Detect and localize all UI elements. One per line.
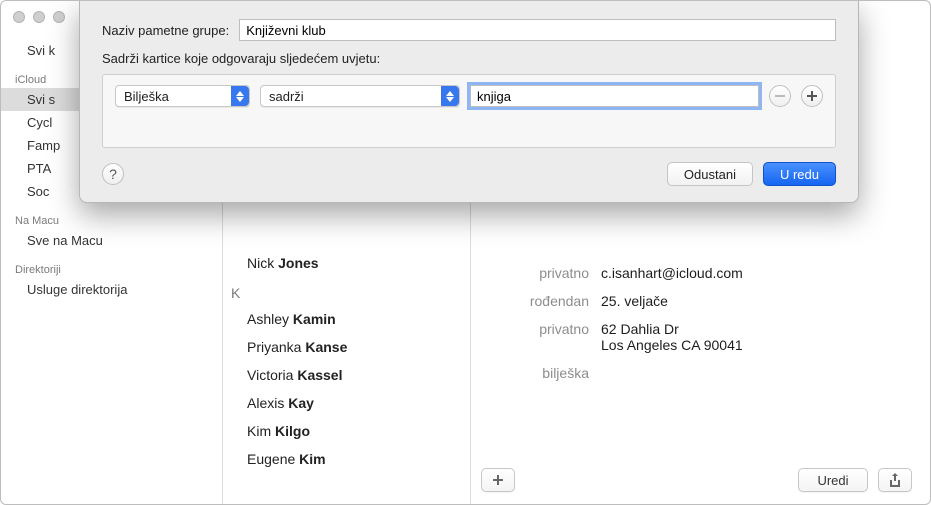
smart-group-sheet: Naziv pametne grupe: Sadrži kartice koje… — [79, 1, 859, 203]
detail-row: privatno c.isanhart@icloud.com — [471, 259, 930, 287]
detail-value: 25. veljače — [601, 293, 912, 309]
list-item[interactable]: Ashley Kamin — [223, 305, 470, 333]
edit-button[interactable]: Uredi — [798, 468, 868, 492]
plus-icon — [807, 91, 817, 101]
list-item[interactable]: Victoria Kassel — [223, 361, 470, 389]
cancel-button[interactable]: Odustani — [667, 162, 753, 186]
list-item[interactable]: Nick Jones — [223, 249, 470, 277]
detail-row: rođendan 25. veljače — [471, 287, 930, 315]
list-item[interactable]: Priyanka Kanse — [223, 333, 470, 361]
select-value: Bilješka — [124, 89, 169, 104]
updown-icon — [441, 86, 459, 106]
plus-icon — [492, 474, 504, 486]
detail-row: bilješka — [471, 359, 930, 387]
ok-button[interactable]: U redu — [763, 162, 836, 186]
detail-label: privatno — [489, 321, 589, 353]
condition-intro: Sadrži kartice koje odgovaraju sljedećem… — [102, 51, 836, 66]
updown-icon — [231, 86, 249, 106]
select-value: sadrži — [269, 89, 304, 104]
sidebar-heading-mac: Na Macu — [1, 211, 222, 229]
rule-row: Bilješka sadrži — [102, 74, 836, 148]
section-letter: K — [223, 277, 470, 305]
detail-row: privatno 62 Dahlia Dr Los Angeles CA 9004… — [471, 315, 930, 359]
list-item[interactable]: Alexis Kay — [223, 389, 470, 417]
add-rule-button[interactable] — [801, 85, 823, 107]
detail-value: 62 Dahlia Dr Los Angeles CA 90041 — [601, 321, 912, 353]
share-button[interactable] — [878, 468, 912, 492]
detail-label: rođendan — [489, 293, 589, 309]
share-icon — [889, 473, 901, 487]
help-button[interactable]: ? — [102, 163, 124, 185]
sidebar-item[interactable]: Usluge direktorija — [1, 278, 222, 301]
detail-label: bilješka — [489, 365, 589, 381]
minus-icon — [775, 95, 785, 97]
list-item[interactable]: Eugene Kim — [223, 445, 470, 473]
list-item[interactable]: Kim Kilgo — [223, 417, 470, 445]
main-window: Svi k iCloud Svi s Cycl Famp PTA Soc Na … — [0, 0, 931, 505]
rule-value-input[interactable] — [470, 85, 759, 107]
name-label: Naziv pametne grupe: — [102, 23, 229, 38]
detail-value: c.isanhart@icloud.com — [601, 265, 912, 281]
detail-value — [601, 365, 912, 381]
add-button[interactable] — [481, 468, 515, 492]
rule-operator-select[interactable]: sadrži — [260, 85, 460, 107]
remove-rule-button — [769, 85, 791, 107]
rule-field-select[interactable]: Bilješka — [115, 85, 250, 107]
detail-label: privatno — [489, 265, 589, 281]
sidebar-item[interactable]: Sve na Macu — [1, 229, 222, 252]
group-name-input[interactable] — [239, 19, 836, 41]
sidebar-heading-dirs: Direktoriji — [1, 260, 222, 278]
